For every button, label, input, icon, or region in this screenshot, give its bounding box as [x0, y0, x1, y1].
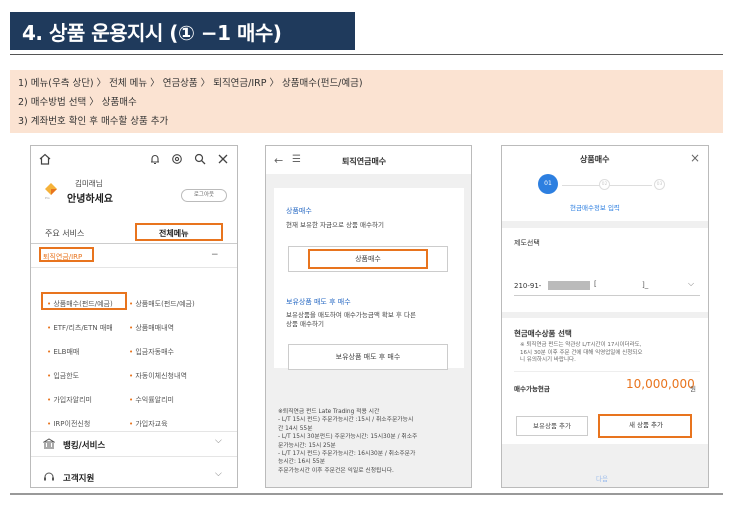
available-cash-label: 매수가능현금 — [514, 385, 550, 393]
note-line: 문가능시간: 15시 25분 — [278, 442, 336, 449]
headset-icon — [44, 472, 54, 481]
menu-item-auto-transfer[interactable]: 자동이체신청내역 — [129, 371, 187, 381]
account-suffix: ]_ — [642, 281, 649, 289]
highlight-retirement-irp — [39, 247, 94, 262]
menu-customer-support[interactable]: 고객지원 — [63, 472, 94, 484]
step-label: 현금매수정보 입력 — [570, 204, 620, 212]
bank-icon — [43, 438, 55, 449]
account-number: 210-91- — [514, 282, 542, 290]
hamburger-menu-icon[interactable]: ☰ — [292, 154, 301, 165]
account-mask — [548, 281, 590, 290]
screen-title: 상품매수 — [580, 155, 610, 164]
highlight-buy-product — [41, 292, 127, 310]
menu-item-sell-product[interactable]: 상품매도(펀드/예금) — [129, 299, 194, 309]
instruction-box: 1) 메뉴(우측 상단) 〉 전체 메뉴 〉 연금상품 〉 퇴직연금/IRP 〉… — [10, 70, 723, 133]
bottom-divider — [10, 493, 723, 495]
menu-item-elb[interactable]: ELB매매 — [47, 347, 79, 357]
note-line: 간 14시 55분 — [278, 425, 313, 432]
page-title: 4. 상품 운용지시 (① −1 매수) — [22, 21, 282, 45]
section-divider — [31, 267, 237, 268]
section-sell-buy-desc-2: 상품 매수하기 — [286, 320, 324, 328]
notice-line: 니 유의하시기 바랍니다. — [520, 357, 576, 363]
gear-icon[interactable] — [171, 153, 183, 165]
menu-item-subscriber-alert[interactable]: 가입자알리미 — [47, 395, 92, 405]
menu-item-return-alert[interactable]: 수익률알리미 — [129, 395, 174, 405]
phone-screen-product-buy: 상품매수 × 01 02 03 현금매수정보 입력 제도선택 210-91- [… — [501, 145, 709, 488]
highlight-product-buy — [308, 249, 428, 269]
instruction-step-1: 1) 메뉴(우측 상단) 〉 전체 메뉴 〉 연금상품 〉 퇴직연금/IRP 〉… — [18, 78, 363, 89]
menu-item-trade-history[interactable]: 상품매매내역 — [129, 323, 174, 333]
menu-banking-service[interactable]: 뱅킹/서비스 — [63, 439, 105, 451]
menu-item-deposit-limit[interactable]: 입금한도 — [47, 371, 79, 381]
highlight-all-menu — [135, 223, 223, 241]
avatar: Pro — [45, 183, 57, 200]
svg-text:Pro: Pro — [45, 196, 50, 200]
tab-main-services[interactable]: 주요 서비스 — [45, 228, 84, 239]
menu-item-irp-transfer[interactable]: IRP이전신청 — [47, 419, 90, 429]
menu-divider — [31, 431, 237, 432]
section-sell-buy-title: 보유상품 매도 후 매수 — [286, 298, 351, 306]
note-line: 주문가능시간 이후 주문건은 익일로 신청됩니다. — [278, 467, 394, 474]
note-line: - L/T 17시 펀드) 주문가능시간: 16시30분 / 취소주문가 — [278, 451, 416, 458]
next-button[interactable]: 다음 — [596, 473, 608, 483]
tab-divider — [31, 243, 237, 244]
close-icon[interactable]: × — [690, 151, 700, 165]
phone-screen-full-menu: Pro 김미래님 안녕하세요 로그아웃 주요 서비스 전체메뉴 퇴직연금/IRP… — [30, 145, 238, 488]
phone-screen-retirement-buy: ← ☰ 퇴직연금매수 상품매수 현재 보유한 자금으로 상품 매수하기 상품매수… — [265, 145, 472, 488]
home-icon[interactable] — [39, 153, 51, 165]
account-select[interactable] — [514, 270, 700, 296]
add-owned-product-button[interactable]: 보유상품 추가 — [516, 416, 588, 436]
search-icon[interactable] — [194, 153, 206, 165]
screen-title: 퇴직연금매수 — [342, 157, 387, 166]
collapse-icon[interactable]: − — [211, 250, 219, 260]
step-3-circle: 03 — [654, 179, 665, 190]
chevron-down-icon[interactable]: ⌵ — [688, 279, 694, 289]
notice-line: ※ 퇴직연금 펀드는 약관상 L/T시간이 17시이더라도, — [520, 342, 642, 348]
menu-divider-2 — [31, 456, 237, 457]
instruction-step-3: 3) 계좌번호 확인 후 매수할 상품 추가 — [18, 116, 169, 127]
menu-item-education[interactable]: 가입자교육 — [129, 419, 167, 429]
late-trading-notes: ※퇴직연금 펀드 Late Trading 적용 시간 - L/T 15시 펀드… — [278, 408, 417, 475]
highlight-add-new-product — [598, 414, 692, 438]
chevron-down-icon[interactable]: ⌵ — [215, 436, 222, 446]
instruction-step-2: 2) 매수방법 선택 〉 상품매수 — [18, 97, 137, 108]
account-bracket: [ — [594, 280, 597, 288]
menu-item-auto-buy[interactable]: 입금자동매수 — [129, 347, 174, 357]
note-line: ※퇴직연금 펀드 Late Trading 적용 시간 — [278, 409, 380, 415]
logout-button[interactable]: 로그아웃 — [181, 189, 227, 202]
step-1-circle: 01 — [538, 174, 558, 194]
close-icon[interactable] — [217, 153, 229, 165]
section-product-buy-title: 상품매수 — [286, 207, 312, 215]
note-line: - L/T 15시 30분펀드) 주문가능시간: 15시30분 / 취소주 — [278, 434, 418, 441]
menu-item-etf[interactable]: ETF/리츠/ETN 매매 — [47, 323, 112, 333]
note-line: - L/T 15시 펀드) 주문가능시간 :15시 / 취소주문가능시 — [278, 417, 414, 424]
currency-unit: 원 — [690, 385, 696, 393]
back-arrow-icon[interactable]: ← — [274, 154, 283, 167]
note-line: 능시간: 16시 55분 — [278, 459, 326, 466]
cash-buy-title: 현금매수상품 선택 — [514, 329, 572, 338]
fund-notice: ※ 퇴직연금 펀드는 약관상 L/T시간이 17시이더라도, 16시 30분 이… — [520, 342, 642, 365]
available-cash-amount: 10,000,000 — [626, 377, 695, 391]
system-select-label: 제도선택 — [514, 239, 540, 247]
section-product-buy-desc: 현재 보유한 자금으로 상품 매수하기 — [286, 221, 384, 229]
sell-then-buy-button[interactable]: 보유상품 매도 후 매수 — [288, 344, 448, 370]
title-divider — [10, 54, 723, 55]
card-divider — [514, 371, 700, 372]
greeting-text: 안녕하세요 — [67, 194, 113, 205]
bell-icon[interactable] — [149, 153, 161, 165]
chevron-down-icon[interactable]: ⌵ — [215, 469, 222, 479]
step-2-circle: 02 — [599, 179, 610, 190]
notice-line: 16시 30분 이후 주문 건에 대해 익영업일에 신청되오 — [520, 349, 643, 356]
user-name: 김미래님 — [75, 179, 103, 188]
